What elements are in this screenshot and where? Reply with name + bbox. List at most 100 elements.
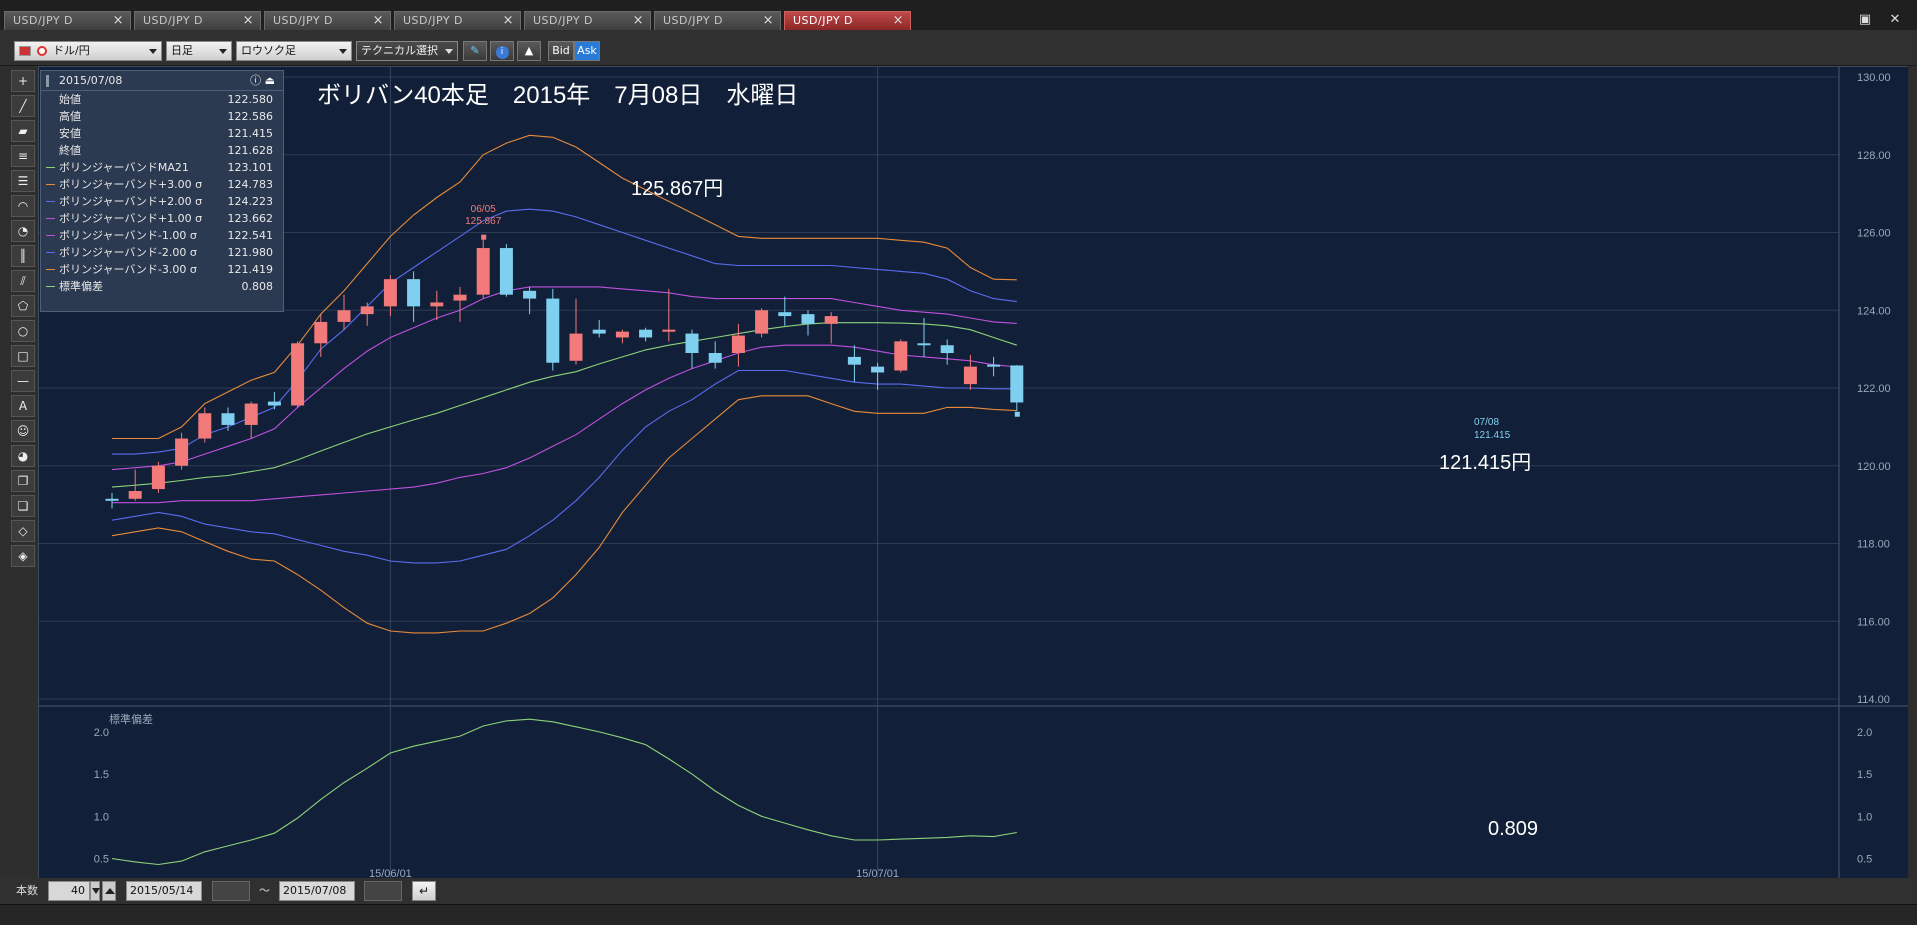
text-icon[interactable]: A bbox=[11, 395, 35, 417]
info-button[interactable]: i bbox=[490, 41, 514, 61]
tab-usdjpy-7[interactable]: USD/JPY D × bbox=[784, 11, 911, 30]
row-value: 122.586 bbox=[227, 110, 274, 123]
sub-y-tick-label-left: 1.0 bbox=[94, 811, 109, 823]
candle-body bbox=[940, 345, 954, 354]
currency-pair-select[interactable]: ドル/円 bbox=[14, 41, 162, 61]
ruler-icon[interactable]: ▰ bbox=[11, 120, 35, 142]
smiley-icon[interactable]: ☺ bbox=[11, 420, 35, 442]
y-tick-label: 128.00 bbox=[1857, 150, 1891, 162]
info-icon: i bbox=[495, 46, 509, 59]
tab-usdjpy-3[interactable]: USD/JPY D × bbox=[264, 11, 391, 30]
tab-usdjpy-4[interactable]: USD/JPY D × bbox=[394, 11, 521, 30]
close-icon[interactable]: × bbox=[763, 12, 774, 30]
close-icon[interactable]: × bbox=[633, 12, 644, 30]
close-icon[interactable]: × bbox=[243, 12, 254, 30]
eraser-all-icon[interactable]: ◈ bbox=[11, 545, 35, 567]
pen-button[interactable]: ✎ bbox=[463, 41, 487, 61]
row-value: 123.101 bbox=[227, 161, 274, 174]
data-window-row: ボリンジャーバンドMA21 123.101 bbox=[41, 159, 283, 176]
maximize-icon[interactable]: ▣ bbox=[1852, 11, 1878, 29]
tab-usdjpy-5[interactable]: USD/JPY D × bbox=[524, 11, 651, 30]
candle-body bbox=[987, 364, 1001, 367]
from-time-input[interactable] bbox=[212, 881, 250, 901]
bid-button[interactable]: Bid bbox=[548, 41, 574, 61]
to-time-input[interactable] bbox=[364, 881, 402, 901]
crosshair-icon[interactable]: + bbox=[11, 70, 35, 92]
volume-button[interactable]: ▲ bbox=[517, 41, 541, 61]
row-label: 標準偏差 bbox=[59, 280, 103, 293]
count-input[interactable]: 40 bbox=[48, 881, 90, 901]
trading-window: USD/JPY D × USD/JPY D × USD/JPY D × USD/JPY D ×… bbox=[0, 0, 1917, 925]
data-window-row: 始値 122.580 bbox=[41, 91, 283, 108]
high-price-annotation: 125.867円 bbox=[631, 178, 723, 200]
copy-icon[interactable]: ❐ bbox=[11, 470, 35, 492]
candle-body bbox=[198, 413, 212, 439]
low-value-label: 121.415 bbox=[1474, 430, 1511, 441]
data-window-header[interactable]: 2015/07/08 ⓘ ⏏ bbox=[41, 71, 283, 91]
copy2-icon[interactable]: ❏ bbox=[11, 495, 35, 517]
chevron-down-icon bbox=[445, 49, 453, 54]
row-label: ボリンジャーバンド+1.00 σ bbox=[59, 212, 203, 225]
close-icon[interactable]: × bbox=[503, 12, 514, 30]
close-icon[interactable]: × bbox=[113, 12, 124, 30]
y-tick-label: 124.00 bbox=[1857, 305, 1891, 317]
pentagon-icon[interactable]: ⬠ bbox=[11, 295, 35, 317]
data-window-controls[interactable]: ⓘ ⏏ bbox=[250, 71, 275, 91]
drag-handle-icon[interactable] bbox=[46, 75, 49, 87]
chevron-down-icon bbox=[219, 49, 227, 54]
circle-icon[interactable]: ○ bbox=[11, 320, 35, 342]
window-close-icon[interactable]: ✕ bbox=[1882, 11, 1908, 29]
from-date-input[interactable]: 2015/05/14 bbox=[126, 881, 202, 901]
paint-icon[interactable]: ◕ bbox=[11, 445, 35, 467]
eraser-icon[interactable]: ◇ bbox=[11, 520, 35, 542]
row-label: ボリンジャーバンド-3.00 σ bbox=[59, 263, 197, 276]
triangle-down-icon bbox=[92, 888, 100, 894]
chart-type-select[interactable]: ロウソク足 bbox=[236, 41, 352, 61]
tab-usdjpy-1[interactable]: USD/JPY D × bbox=[4, 11, 131, 30]
sub-y-tick-label: 0.5 bbox=[1857, 854, 1872, 866]
period-select[interactable]: 日足 bbox=[166, 41, 232, 61]
y-tick-label: 118.00 bbox=[1857, 539, 1890, 551]
apply-button[interactable]: ↵ bbox=[412, 881, 436, 901]
flag-icon bbox=[19, 46, 31, 56]
info-icon[interactable]: ⓘ bbox=[250, 74, 261, 87]
candle-body bbox=[755, 310, 769, 334]
legend-swatch bbox=[46, 218, 55, 219]
count-stepper-up[interactable] bbox=[102, 881, 116, 901]
hline-icon[interactable]: — bbox=[11, 370, 35, 392]
candle-body bbox=[615, 331, 629, 338]
candle-body bbox=[917, 343, 931, 346]
candle-body bbox=[175, 438, 189, 466]
close-icon[interactable]: × bbox=[373, 12, 384, 30]
candle-body bbox=[569, 333, 583, 361]
rectangle-icon[interactable]: □ bbox=[11, 345, 35, 367]
time-lines-icon[interactable]: ║ bbox=[11, 245, 35, 267]
arc-icon[interactable]: ◔ bbox=[11, 220, 35, 242]
to-date-input[interactable]: 2015/07/08 bbox=[279, 881, 355, 901]
collapse-icon[interactable]: ⏏ bbox=[265, 74, 275, 87]
tab-usdjpy-2[interactable]: USD/JPY D × bbox=[134, 11, 261, 30]
close-icon[interactable]: × bbox=[893, 12, 904, 30]
fibonacci-icon[interactable]: ☰ bbox=[11, 170, 35, 192]
row-value: 121.628 bbox=[227, 144, 274, 157]
candle-body bbox=[871, 366, 885, 373]
chart-area: 130.00 128.00 126.00 124.00 122.00 120.00 118.… bbox=[38, 66, 1908, 879]
count-stepper-down[interactable] bbox=[90, 881, 100, 901]
technical-select[interactable]: テクニカル選択 bbox=[356, 41, 458, 61]
candle-body bbox=[151, 465, 165, 490]
trendline-icon[interactable]: ╱ bbox=[11, 95, 35, 117]
ask-button[interactable]: Ask bbox=[574, 41, 600, 61]
channel-icon[interactable]: ⫽ bbox=[11, 270, 35, 292]
data-window-row: ボリンジャーバンド-1.00 σ 122.541 bbox=[41, 227, 283, 244]
sub-y-tick-label-left: 0.5 bbox=[94, 854, 109, 866]
data-window-row: 標準偏差 0.808 bbox=[41, 278, 283, 295]
row-label: ボリンジャーバンド+2.00 σ bbox=[59, 195, 203, 208]
horizontal-lines-icon[interactable]: ≡ bbox=[11, 145, 35, 167]
drawing-tool-palette: + ╱ ▰ ≡ ☰ ◠ ◔ ║ ⫽ ⬠ ○ □ — A ☺ ◕ ❐ ❏ ◇ ◈ bbox=[8, 70, 38, 570]
candle-body bbox=[267, 401, 281, 406]
tab-usdjpy-6[interactable]: USD/JPY D × bbox=[654, 11, 781, 30]
chart-svg[interactable]: 130.00 128.00 126.00 124.00 122.00 120.00 118.… bbox=[39, 67, 1908, 879]
fan-icon[interactable]: ◠ bbox=[11, 195, 35, 217]
bid-label: Bid bbox=[552, 44, 570, 57]
sub-pane-title: 標準偏差 bbox=[109, 712, 153, 726]
